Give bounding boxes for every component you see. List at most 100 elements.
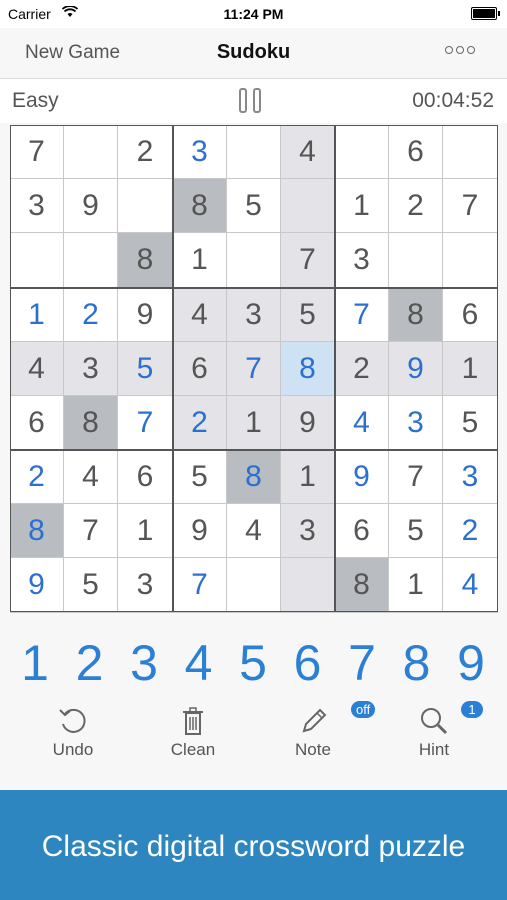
note-button[interactable]: Note off bbox=[268, 700, 376, 760]
numpad-key-7[interactable]: 7 bbox=[335, 630, 389, 696]
board-cell[interactable] bbox=[443, 233, 498, 288]
board-cell[interactable]: 4 bbox=[10, 342, 64, 396]
board-cell[interactable]: 4 bbox=[227, 504, 281, 558]
board-cell[interactable]: 2 bbox=[389, 179, 443, 233]
board-cell[interactable]: 5 bbox=[118, 342, 173, 396]
board-cell[interactable]: 6 bbox=[10, 396, 64, 450]
board-cell[interactable]: 2 bbox=[173, 396, 227, 450]
board-cell[interactable]: 2 bbox=[335, 342, 389, 396]
board-cell[interactable]: 5 bbox=[281, 288, 335, 342]
board-cell[interactable]: 9 bbox=[10, 558, 64, 613]
board-cell[interactable]: 6 bbox=[443, 288, 498, 342]
board-cell[interactable] bbox=[64, 233, 118, 288]
magnifier-icon bbox=[421, 708, 448, 735]
board-cell[interactable]: 2 bbox=[443, 504, 498, 558]
board-cell[interactable]: 7 bbox=[227, 342, 281, 396]
board-cell[interactable]: 7 bbox=[335, 288, 389, 342]
numpad-key-1[interactable]: 1 bbox=[8, 630, 62, 696]
board-cell[interactable]: 9 bbox=[389, 342, 443, 396]
board-cell[interactable]: 2 bbox=[10, 450, 64, 504]
board-cell[interactable]: 5 bbox=[389, 504, 443, 558]
numpad-key-9[interactable]: 9 bbox=[444, 630, 498, 696]
numpad-key-3[interactable]: 3 bbox=[117, 630, 171, 696]
board-cell[interactable]: 8 bbox=[227, 450, 281, 504]
board-cell[interactable]: 5 bbox=[227, 179, 281, 233]
board-cell[interactable]: 5 bbox=[443, 396, 498, 450]
board-cell[interactable]: 3 bbox=[281, 504, 335, 558]
board-cell[interactable]: 7 bbox=[389, 450, 443, 504]
board-cell[interactable]: 1 bbox=[173, 233, 227, 288]
board-cell[interactable]: 7 bbox=[281, 233, 335, 288]
board-cell[interactable]: 7 bbox=[10, 125, 64, 179]
board-cell[interactable]: 3 bbox=[118, 558, 173, 613]
board-cell[interactable]: 7 bbox=[118, 396, 173, 450]
numpad-key-6[interactable]: 6 bbox=[281, 630, 335, 696]
board-cell[interactable] bbox=[118, 179, 173, 233]
board-cell[interactable]: 4 bbox=[173, 288, 227, 342]
board-cell[interactable] bbox=[227, 558, 281, 613]
board-cell[interactable]: 8 bbox=[173, 179, 227, 233]
board-cell[interactable]: 1 bbox=[281, 450, 335, 504]
more-icon[interactable] bbox=[445, 46, 475, 54]
board-cell[interactable]: 4 bbox=[64, 450, 118, 504]
clean-button[interactable]: Clean bbox=[148, 700, 238, 760]
numpad-key-5[interactable]: 5 bbox=[226, 630, 280, 696]
board-cell[interactable]: 7 bbox=[173, 558, 227, 613]
board-cell[interactable]: 7 bbox=[64, 504, 118, 558]
board-cell[interactable]: 8 bbox=[281, 342, 335, 396]
board-cell[interactable]: 6 bbox=[118, 450, 173, 504]
board-cell[interactable]: 9 bbox=[281, 396, 335, 450]
board-cell[interactable]: 9 bbox=[64, 179, 118, 233]
hint-label: Hint bbox=[418, 740, 450, 759]
board-cell[interactable]: 3 bbox=[10, 179, 64, 233]
board-cell[interactable]: 6 bbox=[335, 504, 389, 558]
board-cell[interactable] bbox=[389, 233, 443, 288]
board-cell[interactable]: 3 bbox=[64, 342, 118, 396]
board-cell[interactable]: 9 bbox=[335, 450, 389, 504]
board-cell[interactable]: 1 bbox=[443, 342, 498, 396]
board-cell[interactable]: 8 bbox=[64, 396, 118, 450]
clean-label: Clean bbox=[170, 740, 216, 759]
numpad-key-8[interactable]: 8 bbox=[390, 630, 444, 696]
board-cell[interactable]: 3 bbox=[443, 450, 498, 504]
board-cell[interactable] bbox=[227, 233, 281, 288]
board-cell[interactable]: 9 bbox=[173, 504, 227, 558]
board-cell[interactable]: 3 bbox=[335, 233, 389, 288]
board-cell[interactable] bbox=[281, 179, 335, 233]
board-cell[interactable]: 6 bbox=[389, 125, 443, 179]
board-cell[interactable]: 5 bbox=[173, 450, 227, 504]
board-cell[interactable]: 5 bbox=[64, 558, 118, 613]
board-cell[interactable]: 1 bbox=[389, 558, 443, 613]
note-label: Note bbox=[295, 740, 331, 759]
board-cell[interactable]: 1 bbox=[118, 504, 173, 558]
board-cell[interactable]: 6 bbox=[173, 342, 227, 396]
board-cell[interactable]: 4 bbox=[281, 125, 335, 179]
numpad-key-4[interactable]: 4 bbox=[172, 630, 226, 696]
board-cell[interactable] bbox=[281, 558, 335, 613]
board-cell[interactable] bbox=[227, 125, 281, 179]
board-cell[interactable]: 3 bbox=[227, 288, 281, 342]
pause-icon[interactable] bbox=[239, 88, 261, 113]
board-cell[interactable] bbox=[443, 125, 498, 179]
numpad-key-2[interactable]: 2 bbox=[63, 630, 117, 696]
board-cell[interactable]: 7 bbox=[443, 179, 498, 233]
board-cell[interactable]: 2 bbox=[118, 125, 173, 179]
hint-button[interactable]: Hint 1 bbox=[389, 700, 483, 760]
board-cell[interactable]: 3 bbox=[173, 125, 227, 179]
board-cell[interactable]: 3 bbox=[389, 396, 443, 450]
board-cell[interactable]: 4 bbox=[443, 558, 498, 613]
board-cell[interactable]: 8 bbox=[10, 504, 64, 558]
board-cell[interactable]: 1 bbox=[335, 179, 389, 233]
board-cell[interactable] bbox=[10, 233, 64, 288]
board-cell[interactable] bbox=[64, 125, 118, 179]
undo-button[interactable]: Undo bbox=[28, 700, 118, 760]
board-cell[interactable]: 2 bbox=[64, 288, 118, 342]
board-cell[interactable]: 1 bbox=[227, 396, 281, 450]
board-cell[interactable]: 9 bbox=[118, 288, 173, 342]
board-cell[interactable]: 8 bbox=[335, 558, 389, 613]
board-cell[interactable] bbox=[335, 125, 389, 179]
board-cell[interactable]: 1 bbox=[10, 288, 64, 342]
board-cell[interactable]: 8 bbox=[118, 233, 173, 288]
board-cell[interactable]: 4 bbox=[335, 396, 389, 450]
board-cell[interactable]: 8 bbox=[389, 288, 443, 342]
